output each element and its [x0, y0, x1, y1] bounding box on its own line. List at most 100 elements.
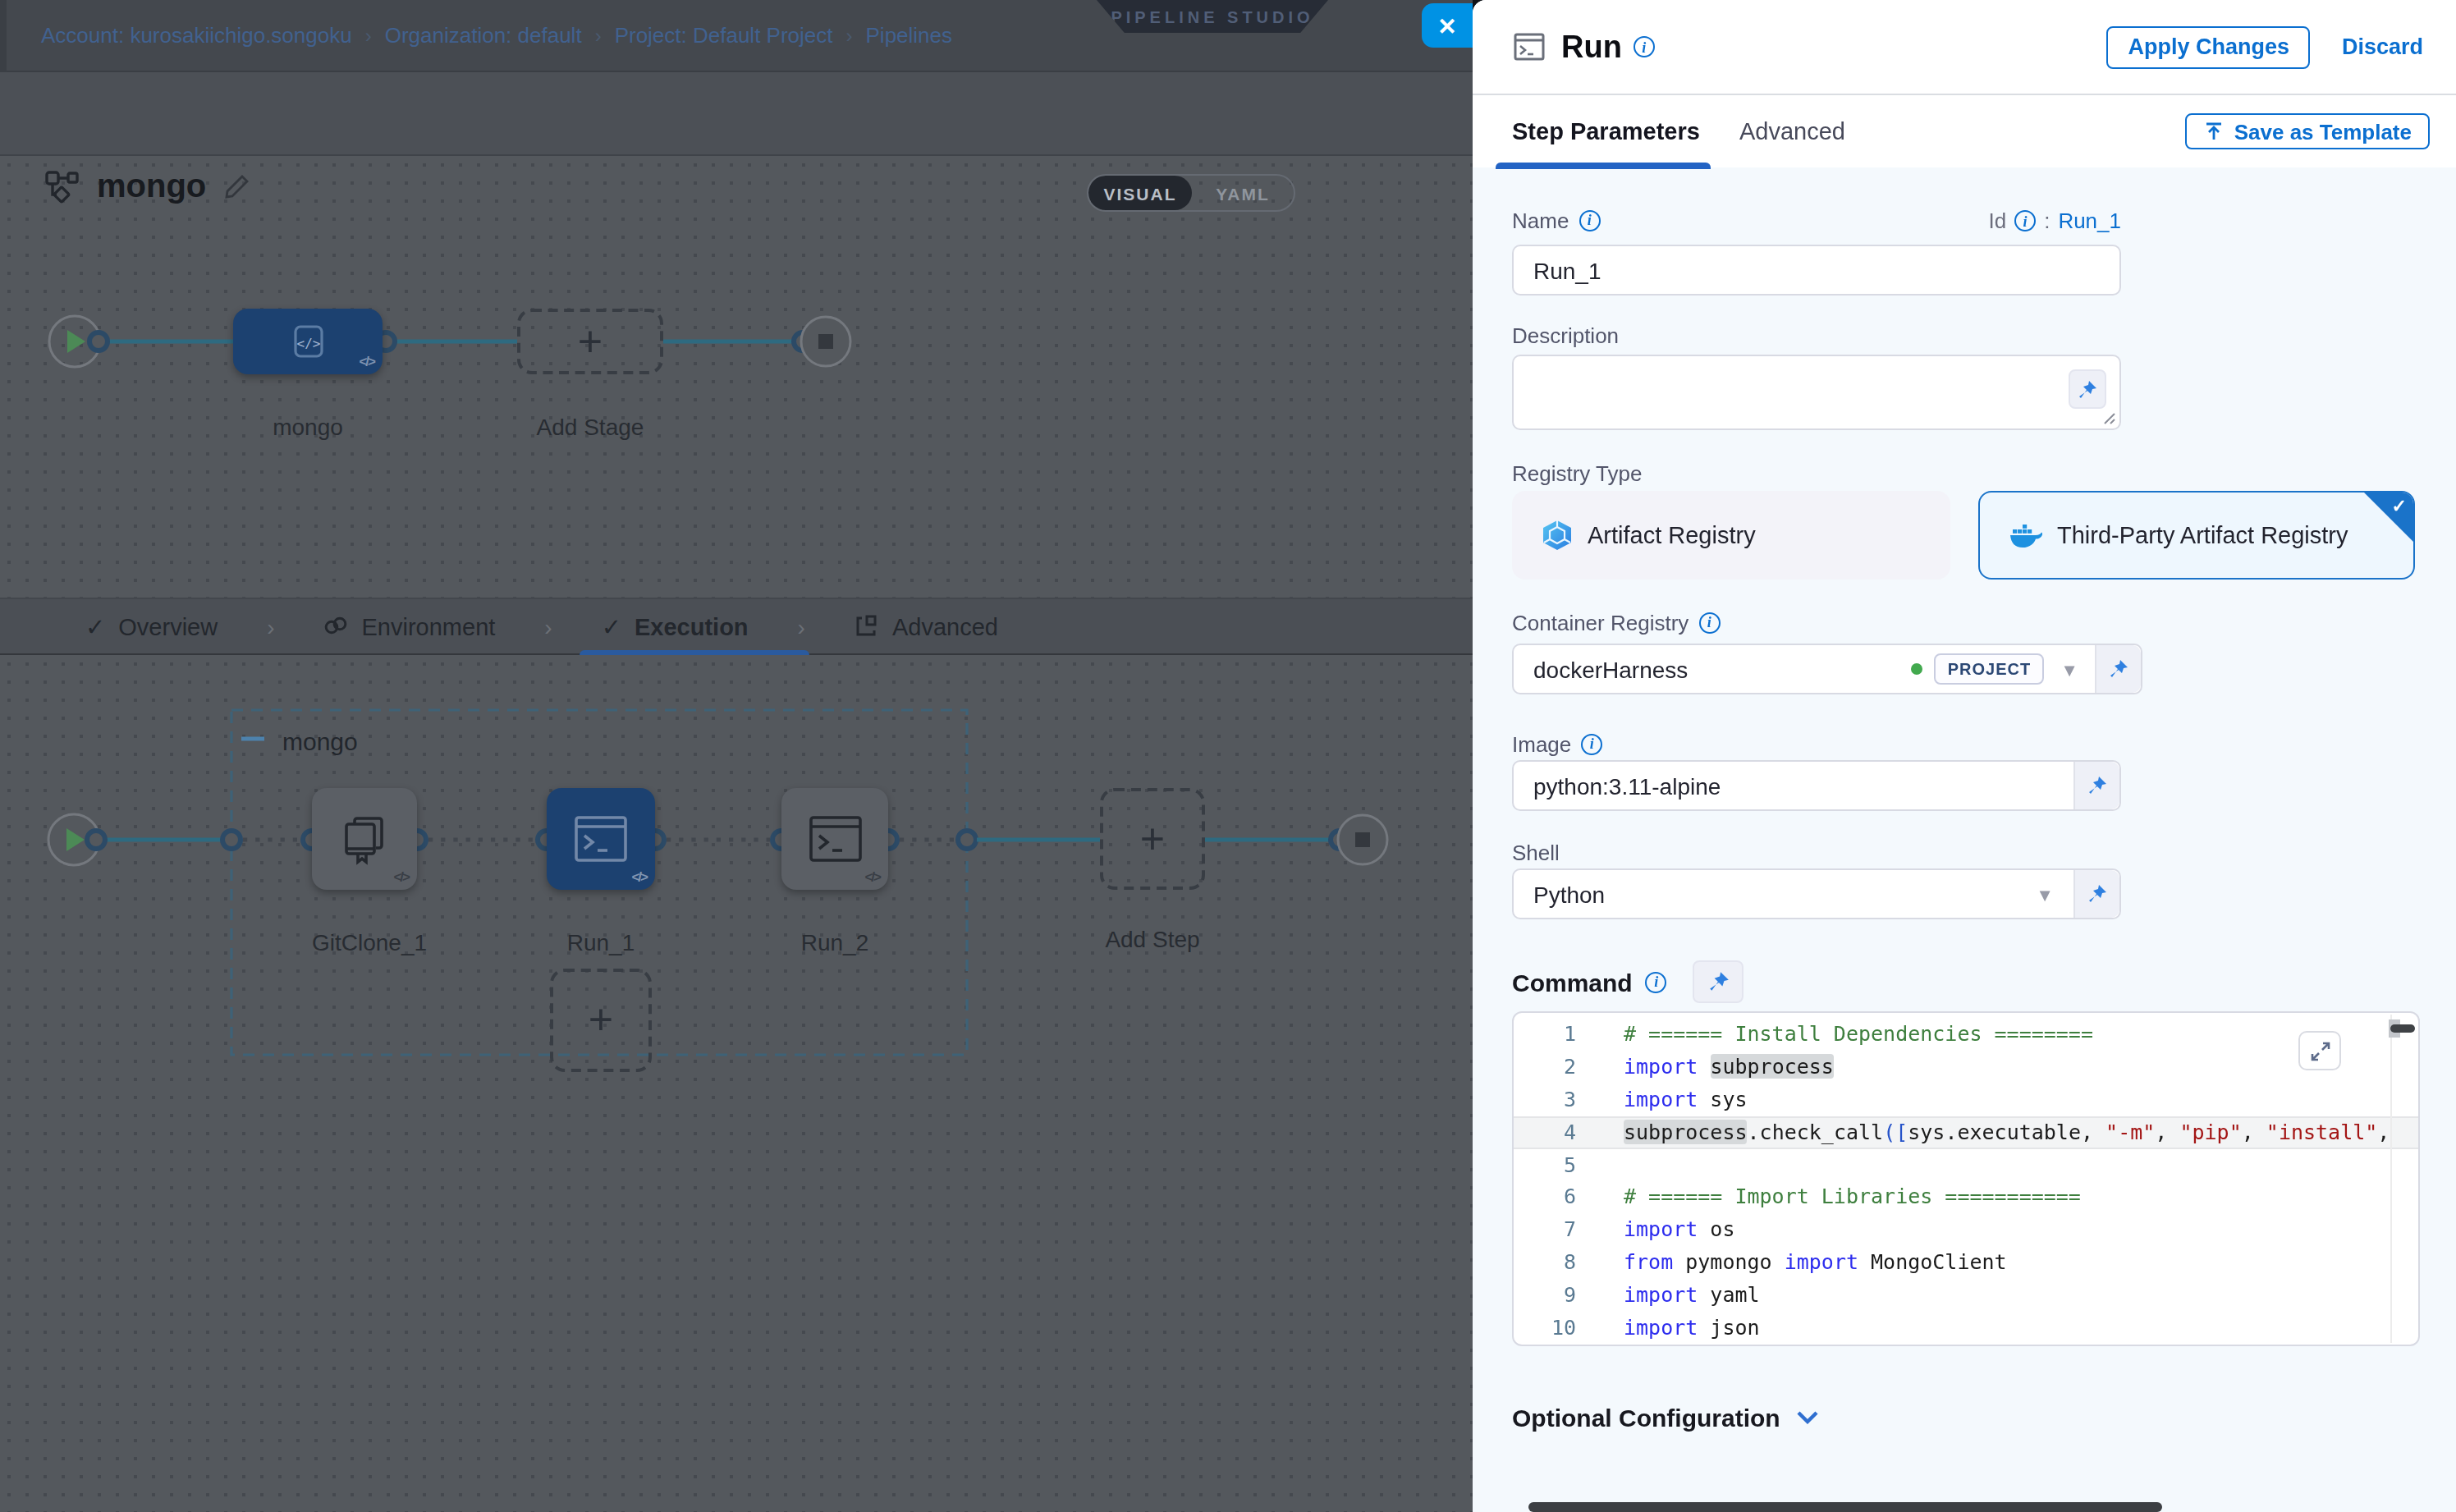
code-line[interactable]: 6# ====== Import Libraries ===========: [1514, 1181, 2418, 1214]
info-icon[interactable]: i: [1698, 612, 1720, 634]
step-node-run2[interactable]: </>: [781, 788, 888, 890]
add-stage-label[interactable]: Add Stage: [517, 414, 663, 440]
environment-icon: [324, 614, 349, 639]
pipeline-studio-pane: </> </> + mongo Add Stage Account: kuros…: [0, 0, 1473, 1512]
horizontal-scrollbar-thumb[interactable]: [1528, 1502, 2162, 1511]
toggle-visual[interactable]: VISUAL: [1088, 176, 1192, 210]
container-registry-label: Container Registry i: [1512, 611, 2456, 635]
stage-label[interactable]: mongo: [233, 414, 383, 440]
run-step-icon: [1514, 33, 1545, 61]
info-icon[interactable]: i: [1581, 734, 1602, 755]
resize-handle[interactable]: [2103, 412, 2116, 425]
stage-code-badge: </>: [359, 353, 374, 369]
artifact-registry-card[interactable]: Artifact Registry: [1512, 491, 1950, 580]
visual-yaml-toggle[interactable]: VISUAL YAML: [1087, 174, 1295, 212]
command-code-editor[interactable]: 1# ====== Install Dependencies ========2…: [1512, 1011, 2420, 1346]
info-icon[interactable]: i: [2014, 210, 2036, 231]
name-input[interactable]: Run_1: [1512, 245, 2121, 296]
runtime-input-pin-button[interactable]: [2069, 369, 2106, 409]
breadcrumb-separator: ›: [846, 25, 853, 48]
step-label[interactable]: Run_2: [781, 929, 888, 955]
code-line[interactable]: 3import sys: [1514, 1084, 2418, 1116]
third-party-registry-card-selected[interactable]: Third-Party Artifact Registry ✓: [1978, 491, 2415, 580]
breadcrumb-account[interactable]: Account: kurosakiichigo.songoku: [41, 23, 352, 48]
info-icon[interactable]: i: [1646, 971, 1667, 992]
toggle-yaml[interactable]: YAML: [1192, 176, 1294, 210]
command-label: Command: [1512, 968, 1633, 996]
code-line[interactable]: 10import json: [1514, 1312, 2418, 1345]
close-drawer-button[interactable]: ✕: [1422, 3, 1473, 48]
chevron-right-icon: ›: [544, 613, 552, 639]
stage-node-mongo[interactable]: </> </>: [233, 309, 383, 374]
tab-environment[interactable]: Environment: [324, 613, 496, 639]
chevron-down-icon: ▼: [2036, 884, 2054, 904]
nav-sliver: [0, 0, 7, 72]
tab-advanced[interactable]: Advanced: [855, 613, 998, 639]
docker-icon: [2009, 522, 2042, 548]
info-icon[interactable]: i: [1634, 36, 1655, 57]
description-textarea[interactable]: [1512, 355, 2121, 430]
chevron-down-icon: [1797, 1410, 1820, 1425]
breadcrumb-pipelines[interactable]: Pipelines: [866, 23, 953, 48]
code-line[interactable]: 8from pymongo import MongoClient: [1514, 1246, 2418, 1279]
runtime-input-pin-button[interactable]: [2073, 762, 2119, 809]
code-line[interactable]: 1# ====== Install Dependencies ========: [1514, 1018, 2418, 1051]
plus-icon: +: [553, 972, 648, 1069]
shell-select[interactable]: Python ▼: [1512, 868, 2121, 919]
editor-scrollbar-track: [2390, 1015, 2391, 1343]
step-node-run1-selected[interactable]: </>: [547, 788, 655, 890]
image-input[interactable]: python:3.11-alpine: [1512, 760, 2121, 811]
svg-text:</>: </>: [296, 336, 320, 351]
expand-editor-button[interactable]: [2298, 1031, 2341, 1070]
check-icon: ✓: [85, 613, 105, 639]
stage-graph-canvas[interactable]: </> </> + mongo Add Stage: [0, 156, 1473, 598]
pin-icon: [2108, 658, 2129, 680]
tab-execution[interactable]: ✓ Execution: [602, 613, 749, 639]
step-node-gitclone[interactable]: </>: [312, 788, 417, 890]
stage-tabs: ✓ Overview › Environment › ✓ Execution ›: [0, 598, 1473, 655]
code-line[interactable]: 5: [1514, 1148, 2418, 1181]
optional-configuration-toggle[interactable]: Optional Configuration: [1512, 1404, 1780, 1432]
artifact-registry-icon: [1542, 519, 1573, 552]
breadcrumb: Account: kurosakiichigo.songoku › Organiza…: [41, 23, 952, 48]
tab-step-parameters[interactable]: Step Parameters: [1512, 118, 1700, 144]
git-clone-icon: [338, 813, 391, 865]
step-code-badge: </>: [864, 868, 880, 885]
add-step-button[interactable]: +: [1100, 788, 1205, 890]
pin-icon: [2087, 883, 2108, 905]
runtime-input-pin-button[interactable]: [2095, 645, 2141, 693]
code-line[interactable]: 4subprocess.check_call([sys.executable, …: [1514, 1116, 2418, 1148]
check-icon: ✓: [602, 613, 621, 639]
description-label: Description: [1512, 323, 2456, 348]
info-icon[interactable]: i: [1579, 210, 1600, 231]
edit-pencil-icon[interactable]: [222, 173, 249, 199]
breadcrumb-org[interactable]: Organization: default: [385, 23, 582, 48]
code-line[interactable]: 9import yaml: [1514, 1279, 2418, 1312]
step-group-label[interactable]: mongo: [282, 727, 358, 755]
tab-overview[interactable]: ✓ Overview: [85, 613, 218, 639]
check-icon: ✓: [2392, 496, 2407, 517]
code-line[interactable]: 7import os: [1514, 1214, 2418, 1247]
container-registry-select[interactable]: dockerHarness PROJECT ▼: [1512, 644, 2142, 694]
editor-scrollbar-dark-thumb[interactable]: [2390, 1024, 2415, 1033]
code-line[interactable]: 2import subprocess: [1514, 1051, 2418, 1084]
runtime-input-pin-button[interactable]: [2073, 870, 2119, 918]
plus-icon: +: [520, 312, 660, 371]
tab-advanced-drawer[interactable]: Advanced: [1739, 118, 1845, 144]
chevron-right-icon: ›: [798, 613, 805, 639]
save-as-template-button[interactable]: Save as Template: [2185, 113, 2430, 149]
runtime-input-pin-button[interactable]: [1693, 960, 1744, 1003]
add-step-label[interactable]: Add Step: [1100, 926, 1205, 952]
execution-graph-canvas[interactable]: mongo </> </>: [0, 655, 1473, 1512]
step-label[interactable]: Run_1: [547, 929, 655, 955]
discard-button[interactable]: Discard: [2342, 34, 2423, 59]
add-stage-button[interactable]: +: [517, 309, 663, 374]
stage-build-icon: </>: [288, 322, 328, 361]
terminal-icon: [573, 814, 629, 864]
add-parallel-step-button[interactable]: +: [550, 969, 652, 1072]
step-label[interactable]: GitClone_1: [312, 929, 417, 955]
step-id: Id i : Run_1: [1988, 208, 2121, 233]
breadcrumb-project[interactable]: Project: Default Project: [615, 23, 833, 48]
apply-changes-button[interactable]: Apply Changes: [2106, 25, 2311, 68]
image-label: Image i: [1512, 732, 2456, 757]
